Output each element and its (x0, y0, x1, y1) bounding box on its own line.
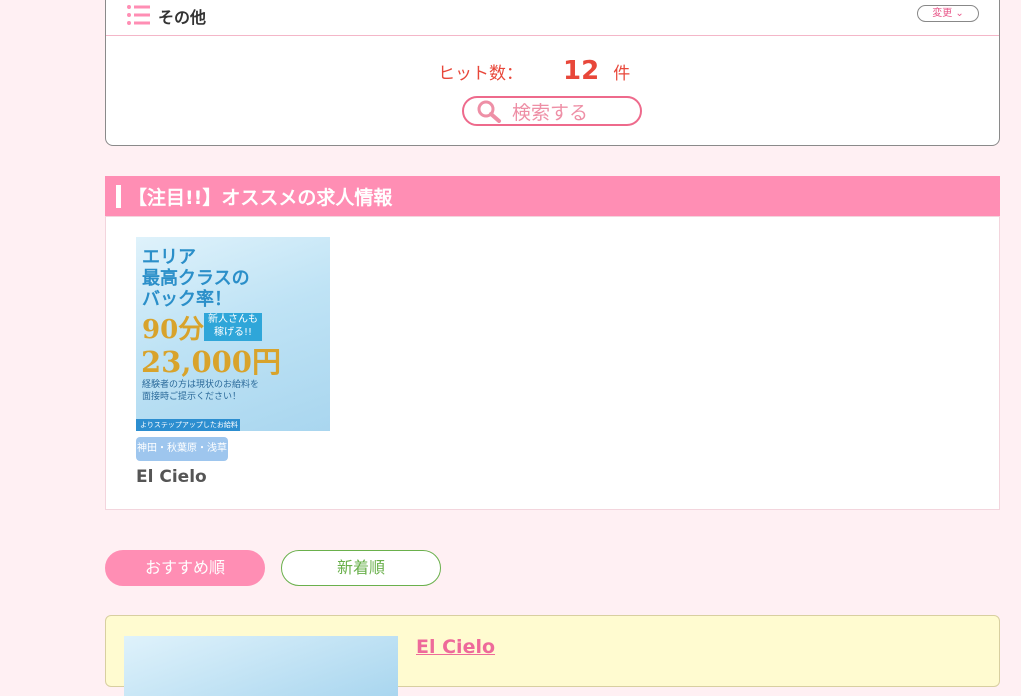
search-button-label: 検索する (512, 102, 589, 124)
hit-label: ヒット数： (438, 64, 523, 84)
category-label: その他 (158, 8, 207, 27)
search-button[interactable]: 検索する (462, 96, 642, 126)
banner-line-1: エリア (142, 247, 196, 268)
chevron-down-icon: ⌄ (955, 8, 964, 19)
banner-footer: よりステップアップしたお給料へ! (136, 419, 240, 431)
featured-section: エリア 最高クラスの バック率！ 90分 新人さんも稼げる!! 23,000円 … (105, 216, 1000, 510)
category-row: その他 変更 ⌄ (106, 1, 999, 36)
banner-note-1: 経験者の方は現状のお給料を (142, 380, 260, 390)
featured-title: 【注目!!】オススメの求人情報 (128, 187, 393, 209)
job-banner-image[interactable]: エリア 最高クラスの バック率！ 90分 新人さんも稼げる!! 23,000円 … (136, 237, 330, 431)
hit-count: 12 (563, 56, 600, 86)
banner-price: 23,000円 (141, 345, 281, 379)
banner-note: 経験者の方は現状のお給料を 面接時ご提示ください！ (142, 379, 259, 403)
shop-listing-card: El Cielo (105, 615, 1000, 696)
hit-unit: 件 (613, 64, 631, 84)
shop-name[interactable]: El Cielo (136, 467, 207, 487)
banner-line-2: 最高クラスの (142, 268, 250, 289)
change-label: 変更 (932, 8, 953, 19)
banner-badge: 新人さんも稼げる!! (204, 313, 262, 341)
area-tag: 神田・秋葉原・浅草 (136, 437, 228, 461)
sort-newest-button[interactable]: 新着順 (281, 550, 441, 586)
banner-headline: エリア 最高クラスの バック率！ (142, 247, 250, 310)
listing-shop-link[interactable]: El Cielo (416, 636, 495, 658)
search-icon (477, 100, 501, 123)
change-button[interactable]: 変更 ⌄ (917, 5, 979, 22)
banner-note-2: 面接時ご提示ください！ (142, 392, 242, 402)
sort-recommended-button[interactable]: おすすめ順 (105, 550, 265, 586)
listing-banner-image[interactable] (124, 636, 398, 696)
list-icon (127, 5, 150, 25)
hit-count-row: ヒット数： 12 件 (438, 56, 630, 86)
featured-header: 【注目!!】オススメの求人情報 (105, 176, 1000, 216)
header-accent-bar (116, 185, 121, 208)
search-panel: その他 変更 ⌄ ヒット数： 12 件 検索する (105, 0, 1000, 146)
banner-line-3: バック率！ (142, 289, 232, 310)
